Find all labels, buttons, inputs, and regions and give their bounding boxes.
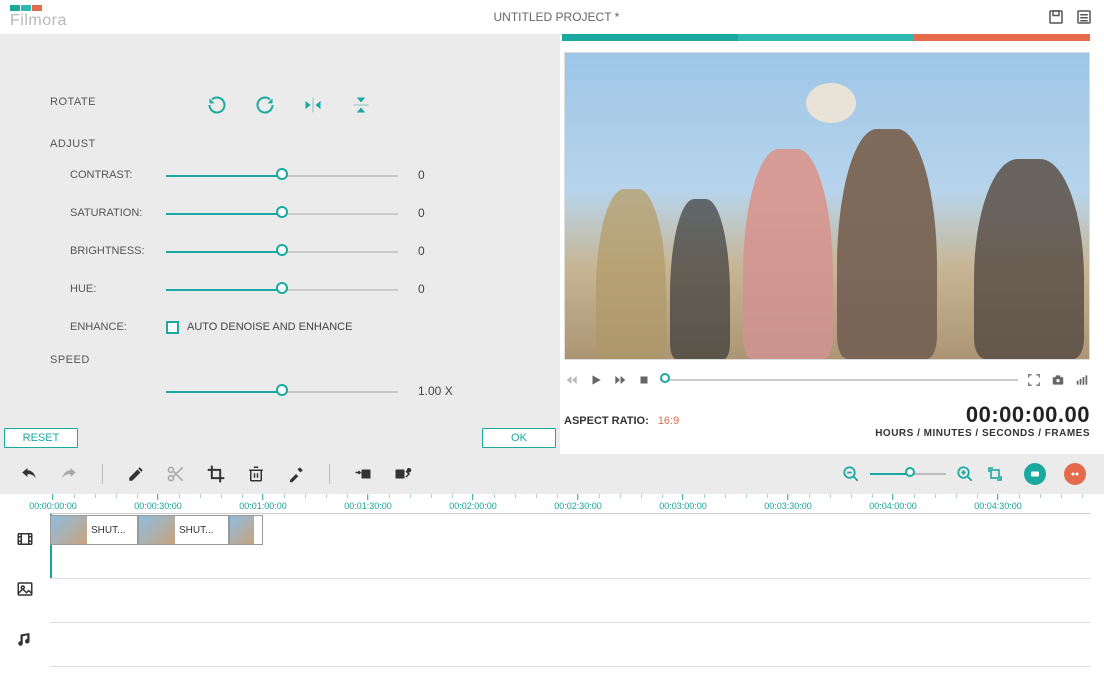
ruler-tick: 00:04:00:00 [869, 494, 917, 511]
ruler-tick: 00:01:30:00 [344, 494, 392, 511]
next-frame-icon[interactable] [612, 372, 628, 388]
contrast-value: 0 [398, 168, 458, 182]
export-icon[interactable] [392, 463, 414, 485]
brightness-slider[interactable] [166, 249, 398, 255]
import-icon[interactable] [352, 463, 374, 485]
ruler-tick: 00:04:30:00 [974, 494, 1022, 511]
contrast-label: CONTRAST: [50, 169, 166, 181]
adjust-label: ADJUST [50, 138, 534, 150]
video-track-icon[interactable] [14, 528, 36, 550]
zoom-in-icon[interactable] [954, 463, 976, 485]
video-track[interactable]: SHUT...SHUT... [50, 514, 1090, 579]
image-track-icon[interactable] [14, 578, 36, 600]
brightness-value: 0 [398, 244, 458, 258]
app-name: Filmora [10, 12, 67, 30]
rotate-label: ROTATE [50, 96, 96, 108]
fullscreen-icon[interactable] [1026, 372, 1042, 388]
prev-frame-icon[interactable] [564, 372, 580, 388]
delete-icon[interactable] [245, 463, 267, 485]
ruler-tick: 00:00:00:00 [29, 494, 77, 511]
preview-panel: ASPECT RATIO: 16:9 00:00:00.00 HOURS / M… [560, 34, 1104, 454]
snapshot-icon[interactable] [1050, 372, 1066, 388]
timeline-clip[interactable]: SHUT... [50, 515, 138, 545]
hue-value: 0 [398, 282, 458, 296]
project-title: UNTITLED PROJECT * [67, 10, 1046, 24]
play-icon[interactable] [588, 372, 604, 388]
saturation-slider[interactable] [166, 211, 398, 217]
record-button[interactable] [1064, 463, 1086, 485]
timecode: 00:00:00.00 [875, 402, 1090, 428]
audio-track-icon[interactable] [14, 628, 36, 650]
ruler-tick: 00:02:00:00 [449, 494, 497, 511]
speed-slider[interactable] [166, 389, 398, 395]
volume-icon[interactable] [1074, 372, 1090, 388]
speed-value: 1.00 X [398, 384, 458, 398]
timeline-toolbar [0, 454, 1104, 494]
timeline-ruler[interactable]: 00:00:00:0000:00:30:0000:01:00:0000:01:3… [50, 494, 1090, 514]
brightness-label: BRIGHTNESS: [50, 245, 166, 257]
ruler-tick: 00:03:00:00 [659, 494, 707, 511]
edit-icon[interactable] [125, 463, 147, 485]
undo-icon[interactable] [18, 463, 40, 485]
ruler-tick: 00:00:30:00 [134, 494, 182, 511]
timeline-clip[interactable] [229, 515, 263, 545]
timecode-legend: HOURS / MINUTES / SECONDS / FRAMES [875, 428, 1090, 439]
redo-icon[interactable] [58, 463, 80, 485]
saturation-value: 0 [398, 206, 458, 220]
list-icon[interactable] [1074, 7, 1094, 27]
ruler-tick: 00:03:30:00 [764, 494, 812, 511]
enhance-label: ENHANCE: [50, 321, 166, 333]
rotate-ccw-icon[interactable] [254, 94, 276, 116]
auto-denoise-checkbox[interactable] [166, 321, 179, 334]
timeline: 00:00:00:00 00:00:30:00 00:01:00:00 00:01:3… [0, 494, 1104, 691]
reset-button[interactable]: RESET [4, 428, 78, 448]
ok-button[interactable]: OK [482, 428, 556, 448]
ruler-tick: 00:01:00:00 [239, 494, 287, 511]
hue-label: HUE: [50, 283, 166, 295]
preview-video [564, 52, 1090, 360]
flip-vertical-icon[interactable] [350, 94, 372, 116]
app-logo: Filmora [10, 5, 67, 30]
zoom-fit-icon[interactable] [984, 463, 1006, 485]
color-picker-icon[interactable] [285, 463, 307, 485]
split-icon[interactable] [165, 463, 187, 485]
speed-label: SPEED [50, 354, 534, 366]
preview-scrubber[interactable] [660, 377, 1018, 383]
zoom-out-icon[interactable] [840, 463, 862, 485]
save-icon[interactable] [1046, 7, 1066, 27]
audio-track[interactable] [50, 623, 1090, 667]
contrast-slider[interactable] [166, 173, 398, 179]
flip-horizontal-icon[interactable] [302, 94, 324, 116]
top-bar: Filmora UNTITLED PROJECT * [0, 0, 1104, 34]
timeline-clip[interactable]: SHUT... [138, 515, 229, 545]
aspect-ratio-value: 16:9 [658, 415, 679, 427]
render-button[interactable] [1024, 463, 1046, 485]
picture-track[interactable] [50, 579, 1090, 623]
edit-panel: ROTATE ADJUST CONTRAST: [0, 34, 560, 454]
saturation-label: SATURATION: [50, 207, 166, 219]
rotate-cw-icon[interactable] [206, 94, 228, 116]
hue-slider[interactable] [166, 287, 398, 293]
stop-icon[interactable] [636, 372, 652, 388]
zoom-slider[interactable] [870, 471, 946, 477]
ruler-tick: 00:02:30:00 [554, 494, 602, 511]
aspect-ratio-label: ASPECT RATIO: [564, 415, 649, 427]
crop-icon[interactable] [205, 463, 227, 485]
auto-denoise-label: AUTO DENOISE AND ENHANCE [187, 321, 352, 333]
